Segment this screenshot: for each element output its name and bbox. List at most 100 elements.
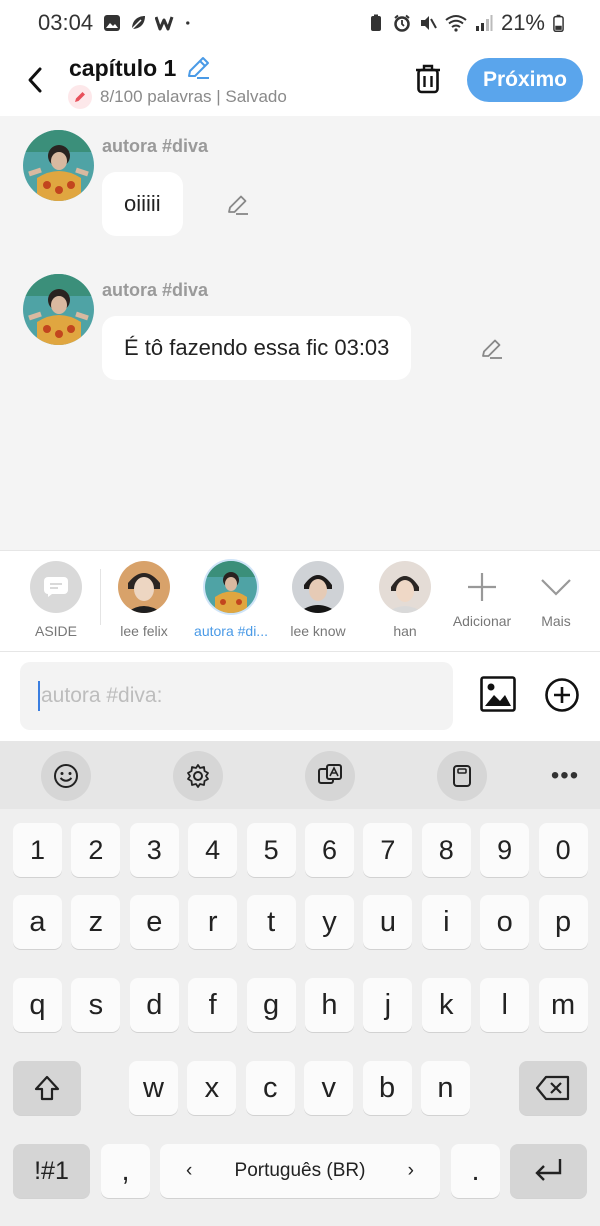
battery-icon <box>553 14 564 32</box>
key-8[interactable]: 8 <box>421 823 471 877</box>
chapter-title[interactable]: capítulo 1 <box>69 55 176 82</box>
character-lee-know[interactable]: lee know <box>278 561 358 639</box>
key-r[interactable]: r <box>188 895 238 949</box>
character-han[interactable]: han <box>365 561 445 639</box>
chevron-right-icon: › <box>407 1160 414 1181</box>
editor-header: capítulo 1 8/100 palavras | Salvado Próx… <box>0 46 600 116</box>
author-avatar[interactable] <box>23 274 94 345</box>
key-j[interactable]: j <box>363 978 413 1032</box>
more-options-icon[interactable]: ••• <box>540 751 590 801</box>
key-y[interactable]: y <box>305 895 354 949</box>
key-p[interactable]: p <box>538 895 588 949</box>
emoji-icon[interactable] <box>41 751 91 801</box>
character-avatar <box>118 561 170 613</box>
shift-key[interactable] <box>13 1061 81 1115</box>
settings-gear-icon[interactable] <box>173 751 223 801</box>
key-g[interactable]: g <box>246 978 296 1032</box>
key-s[interactable]: s <box>71 978 121 1032</box>
key-m[interactable]: m <box>538 978 588 1032</box>
key-x[interactable]: x <box>187 1061 237 1115</box>
message-input[interactable]: autora #diva: <box>20 662 453 730</box>
word-count-status: 8/100 palavras | Salvado <box>68 85 287 109</box>
key-2[interactable]: 2 <box>71 823 121 877</box>
notification-icons <box>103 14 195 32</box>
key-e[interactable]: e <box>129 895 179 949</box>
chat-area: autora #diva oiiiii autora #diva É tô fa… <box>0 116 600 550</box>
chevron-down-icon <box>530 561 582 613</box>
gallery-icon <box>104 15 121 31</box>
key-h[interactable]: h <box>305 978 354 1032</box>
edit-title-icon[interactable] <box>184 54 212 82</box>
symbols-key[interactable]: !#1 <box>13 1144 90 1198</box>
key-5[interactable]: 5 <box>246 823 296 877</box>
character-autora-diva[interactable]: autora #di... <box>191 561 271 639</box>
keyboard: ••• 1234567890 azertyuiop qsdfghjklm wxcvbn… <box>0 741 600 1226</box>
key-a[interactable]: a <box>13 895 62 949</box>
character-label: han <box>393 623 417 639</box>
key-u[interactable]: u <box>363 895 413 949</box>
character-label: lee felix <box>120 623 168 639</box>
battery-percent: 21% <box>500 10 545 35</box>
translate-icon[interactable] <box>305 751 355 801</box>
alarm-icon <box>394 14 410 32</box>
author-name: autora #diva <box>102 280 209 300</box>
edit-message-icon[interactable] <box>225 192 251 218</box>
wattpad-icon <box>155 16 174 31</box>
add-character-button[interactable]: Adicionar <box>442 561 522 629</box>
edit-message-icon[interactable] <box>479 336 505 362</box>
key-d[interactable]: d <box>129 978 179 1032</box>
key-c[interactable]: c <box>245 1061 295 1115</box>
dot-icon <box>186 21 190 25</box>
key-k[interactable]: k <box>421 978 471 1032</box>
character-aside[interactable]: ASIDE <box>16 561 96 639</box>
back-arrow-icon[interactable] <box>22 64 50 96</box>
key-t[interactable]: t <box>246 895 296 949</box>
key-7[interactable]: 7 <box>363 823 413 877</box>
word-count-text: 8/100 palavras | Salvado <box>100 87 287 106</box>
key-b[interactable]: b <box>362 1061 412 1115</box>
shift-icon <box>34 1075 60 1101</box>
pencil-icon <box>68 85 92 109</box>
backspace-key[interactable] <box>519 1061 587 1115</box>
key-z[interactable]: z <box>71 895 121 949</box>
key-0[interactable]: 0 <box>538 823 588 877</box>
leaf-icon <box>131 16 146 30</box>
key-q[interactable]: q <box>13 978 62 1032</box>
more-characters-button[interactable]: Mais <box>516 561 596 629</box>
status-time: 03:04 <box>38 10 94 35</box>
language-label: Português (BR) <box>234 1160 366 1181</box>
comma-key[interactable]: , <box>101 1144 150 1198</box>
key-1[interactable]: 1 <box>13 823 62 877</box>
character-selector: ASIDE lee felix autora #di... lee know h… <box>0 550 600 652</box>
input-placeholder: autora #diva: <box>41 684 163 707</box>
add-label: Adicionar <box>452 613 512 629</box>
key-6[interactable]: 6 <box>305 823 354 877</box>
message-bubble[interactable]: oiiiii <box>102 172 183 236</box>
character-lee-felix[interactable]: lee felix <box>104 561 184 639</box>
next-button[interactable]: Próximo <box>467 58 583 102</box>
plus-icon <box>456 561 508 613</box>
key-4[interactable]: 4 <box>188 823 238 877</box>
key-v[interactable]: v <box>304 1061 354 1115</box>
enter-key[interactable] <box>510 1144 587 1198</box>
space-key[interactable]: ‹ Português (BR) › <box>160 1144 440 1198</box>
key-o[interactable]: o <box>480 895 530 949</box>
author-avatar[interactable] <box>23 130 94 201</box>
add-circle-icon[interactable] <box>544 677 580 713</box>
key-l[interactable]: l <box>480 978 530 1032</box>
key-9[interactable]: 9 <box>480 823 530 877</box>
keyboard-toolbar: ••• <box>0 741 600 809</box>
character-label: autora #di... <box>194 623 268 639</box>
key-f[interactable]: f <box>188 978 238 1032</box>
key-w[interactable]: w <box>129 1061 178 1115</box>
key-i[interactable]: i <box>421 895 471 949</box>
period-key[interactable]: . <box>451 1144 500 1198</box>
aside-icon <box>30 561 82 613</box>
clipboard-icon[interactable] <box>437 751 487 801</box>
key-n[interactable]: n <box>421 1061 470 1115</box>
message-bubble[interactable]: É tô fazendo essa fic 03:03 <box>102 316 412 380</box>
author-name: autora #diva <box>102 136 209 156</box>
trash-icon[interactable] <box>412 62 444 96</box>
image-icon[interactable] <box>480 676 516 712</box>
key-3[interactable]: 3 <box>129 823 179 877</box>
